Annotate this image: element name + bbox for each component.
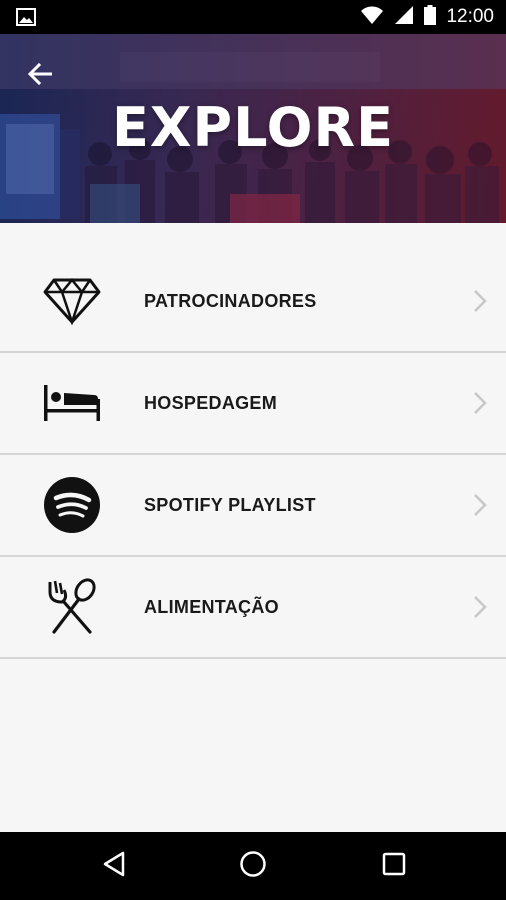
bed-icon <box>42 373 102 433</box>
arrow-left-icon <box>27 62 53 90</box>
explore-menu-list: PATROCINADORES HOSPEDAGEM SPOTIFY PLAYLI… <box>0 251 506 659</box>
spotify-icon <box>42 475 102 535</box>
fork-spoon-icon <box>42 577 102 637</box>
menu-item-hospedagem[interactable]: HOSPEDAGEM <box>0 353 506 455</box>
back-button[interactable] <box>22 58 58 94</box>
explore-screen: 12:00 EXPLORE PATROCINADORES HOSPEDAGEM … <box>0 0 506 900</box>
chevron-right-icon <box>472 391 488 415</box>
menu-item-patrocinadores[interactable]: PATROCINADORES <box>0 251 506 353</box>
battery-icon <box>424 4 437 30</box>
chevron-right-icon <box>472 289 488 313</box>
menu-item-label: HOSPEDAGEM <box>144 392 278 413</box>
status-bar: 12:00 <box>0 0 506 34</box>
menu-item-alimentacao[interactable]: ALIMENTAÇÃO <box>0 557 506 659</box>
menu-item-label: SPOTIFY PLAYLIST <box>144 494 316 515</box>
navigation-bar <box>0 832 506 900</box>
image-icon <box>16 8 36 31</box>
nav-home-button[interactable] <box>213 832 293 900</box>
nav-recents-button[interactable] <box>354 832 434 900</box>
recents-square-icon <box>382 852 406 881</box>
signal-icon <box>394 5 414 30</box>
chevron-right-icon <box>472 493 488 517</box>
menu-item-label: PATROCINADORES <box>144 290 317 311</box>
home-circle-icon <box>239 850 267 883</box>
status-time: 12:00 <box>446 6 494 27</box>
status-icons: 12:00 <box>360 0 494 34</box>
diamond-icon <box>42 271 102 331</box>
nav-back-button[interactable] <box>74 832 154 900</box>
menu-item-spotify-playlist[interactable]: SPOTIFY PLAYLIST <box>0 455 506 557</box>
page-title: EXPLORE <box>112 96 394 159</box>
menu-item-label: ALIMENTAÇÃO <box>144 596 279 617</box>
back-triangle-icon <box>102 851 126 882</box>
header-banner: EXPLORE <box>0 34 506 223</box>
wifi-icon <box>360 5 384 30</box>
chevron-right-icon <box>472 595 488 619</box>
